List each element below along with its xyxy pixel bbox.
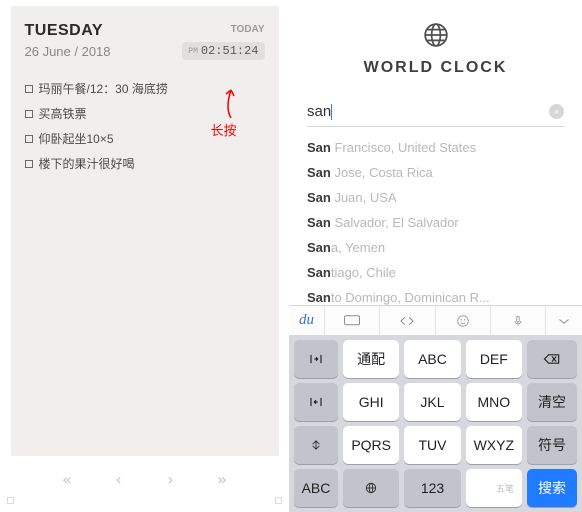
key-search[interactable]: 搜索 bbox=[527, 469, 577, 507]
keyboard: du 通配 ABC DEF GHI JKL MNO 清空 PQRS TUV WX… bbox=[289, 305, 582, 512]
key-globe[interactable] bbox=[343, 469, 399, 507]
nav-first[interactable]: « bbox=[62, 470, 72, 489]
time-label: 02:51:24 bbox=[201, 44, 259, 58]
text-cursor bbox=[331, 104, 332, 120]
key-separator[interactable] bbox=[294, 340, 338, 378]
ampm-label: PM bbox=[188, 47, 198, 56]
key-clear[interactable]: 清空 bbox=[527, 383, 577, 421]
today-label: TODAY bbox=[231, 24, 265, 35]
date-label: 26 June / 2018 bbox=[25, 44, 111, 59]
key-abc2[interactable]: ABC bbox=[404, 340, 460, 378]
checkbox-icon[interactable] bbox=[25, 160, 33, 168]
today-card: TUESDAY TODAY 26 June / 2018 PM 02:51:24… bbox=[11, 6, 279, 456]
search-field[interactable]: san × bbox=[307, 103, 564, 127]
todo-text: 买高铁票 bbox=[39, 105, 87, 122]
keyboard-toolbar: du bbox=[289, 305, 582, 335]
nav-next[interactable]: › bbox=[166, 470, 176, 489]
key-tongpei[interactable]: 通配 bbox=[343, 340, 399, 378]
key-123[interactable]: 123 bbox=[404, 469, 460, 507]
code-button[interactable] bbox=[380, 306, 435, 335]
clear-button[interactable]: × bbox=[549, 104, 564, 119]
checkbox-icon[interactable] bbox=[25, 135, 33, 143]
result-item[interactable]: San Jose, Costa Rica bbox=[307, 160, 564, 185]
result-item[interactable]: Santiago, Chile bbox=[307, 260, 564, 285]
todo-text: 玛丽午餐/12：30 海底捞 bbox=[39, 80, 168, 97]
todo-text: 仰卧起坐10×5 bbox=[39, 130, 114, 147]
clock-badge[interactable]: PM 02:51:24 bbox=[182, 42, 264, 60]
key-backspace[interactable] bbox=[527, 340, 577, 378]
keyboard-grid: 通配 ABC DEF GHI JKL MNO 清空 PQRS TUV WXYZ … bbox=[289, 335, 582, 512]
right-panel: WORLD CLOCK san × San Francisco, United … bbox=[289, 0, 582, 512]
result-item[interactable]: Sana, Yemen bbox=[307, 235, 564, 260]
result-item[interactable]: San Juan, USA bbox=[307, 185, 564, 210]
key-symbols[interactable]: 符号 bbox=[527, 426, 577, 464]
bottom-nav: « ‹ › » bbox=[62, 456, 227, 502]
todo-item[interactable]: 楼下的果汁很好喝 bbox=[25, 155, 265, 172]
annotation-longpress: 长按 bbox=[211, 84, 237, 139]
result-item[interactable]: San Francisco, United States bbox=[307, 135, 564, 160]
key-separator3[interactable] bbox=[294, 426, 338, 464]
annotation-label: 长按 bbox=[211, 120, 237, 139]
space-hint: 五笔 bbox=[496, 482, 514, 495]
corner-handle-right bbox=[275, 497, 282, 504]
voice-button[interactable] bbox=[491, 306, 546, 335]
search-results: San Francisco, United States San Jose, C… bbox=[307, 135, 564, 310]
key-jkl[interactable]: JKL bbox=[404, 383, 460, 421]
world-clock-title: WORLD CLOCK bbox=[364, 59, 508, 77]
checkbox-icon[interactable] bbox=[25, 85, 33, 93]
checkbox-icon[interactable] bbox=[25, 110, 33, 118]
key-separator2[interactable] bbox=[294, 383, 338, 421]
key-abc-mode[interactable]: ABC bbox=[294, 469, 338, 507]
search-value: san bbox=[307, 103, 331, 120]
key-tuv[interactable]: TUV bbox=[404, 426, 460, 464]
key-ghi[interactable]: GHI bbox=[343, 383, 399, 421]
close-icon: × bbox=[554, 107, 559, 117]
day-label: TUESDAY bbox=[25, 22, 103, 40]
arrow-icon bbox=[211, 84, 237, 120]
ime-brand-button[interactable]: du bbox=[289, 306, 325, 335]
result-item[interactable]: San Salvador, El Salvador bbox=[307, 210, 564, 235]
left-panel: TUESDAY TODAY 26 June / 2018 PM 02:51:24… bbox=[0, 0, 289, 512]
keyboard-layout-button[interactable] bbox=[325, 306, 380, 335]
corner-handle-left bbox=[7, 497, 14, 504]
key-mno[interactable]: MNO bbox=[466, 383, 522, 421]
key-space[interactable]: 五笔 bbox=[466, 469, 522, 507]
key-pqrs[interactable]: PQRS bbox=[343, 426, 399, 464]
world-clock-header: WORLD CLOCK bbox=[289, 0, 582, 77]
nav-last[interactable]: » bbox=[217, 470, 227, 489]
nav-prev[interactable]: ‹ bbox=[114, 470, 124, 489]
key-wxyz[interactable]: WXYZ bbox=[466, 426, 522, 464]
collapse-button[interactable] bbox=[546, 306, 582, 335]
todo-text: 楼下的果汁很好喝 bbox=[39, 155, 135, 172]
key-def[interactable]: DEF bbox=[466, 340, 522, 378]
globe-icon bbox=[423, 22, 449, 53]
emoji-button[interactable] bbox=[436, 306, 491, 335]
